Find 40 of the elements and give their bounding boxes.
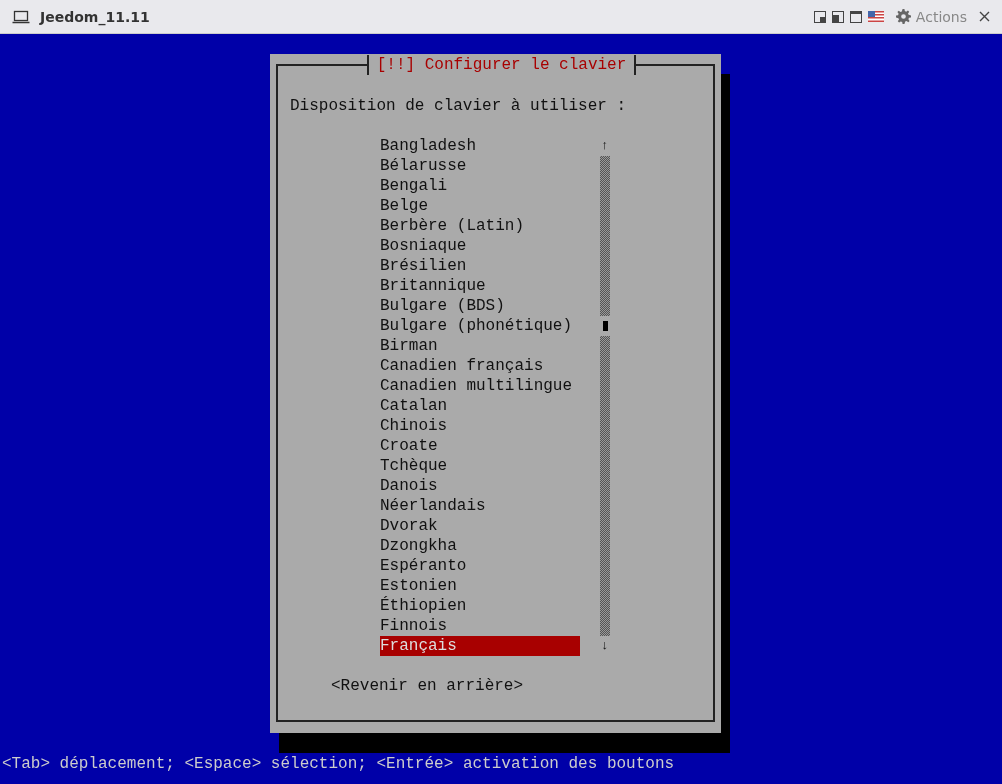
list-item[interactable]: Canadien multilingue (380, 376, 580, 396)
list-item[interactable]: Finnois (380, 616, 580, 636)
window-layout-icon[interactable] (831, 10, 844, 23)
window-title: Jeedom_11.11 (40, 8, 150, 25)
list-item[interactable]: Dvorak (380, 516, 580, 536)
maximize-icon[interactable] (849, 10, 862, 23)
list-item[interactable]: Croate (380, 436, 580, 456)
list-item[interactable]: Brésilien (380, 256, 580, 276)
flag-icon[interactable] (867, 11, 884, 22)
list-item[interactable]: Français (380, 636, 580, 656)
list-item[interactable]: Bulgare (BDS) (380, 296, 580, 316)
scrollbar-thumb[interactable] (602, 321, 608, 331)
list-item[interactable]: Éthiopien (380, 596, 580, 616)
list-item[interactable]: Bangladesh (380, 136, 580, 156)
list-item[interactable]: Chinois (380, 416, 580, 436)
list-item[interactable]: Espéranto (380, 556, 580, 576)
list-item[interactable]: Bengali (380, 176, 580, 196)
list-item[interactable]: Bosniaque (380, 236, 580, 256)
list-item[interactable]: Estonien (380, 576, 580, 596)
list-item[interactable]: Danois (380, 476, 580, 496)
dialog-title: [!!] Configurer le clavier (366, 55, 637, 75)
list-item[interactable]: Néerlandais (380, 496, 580, 516)
list-item[interactable]: Britannique (380, 276, 580, 296)
prompt-text: Disposition de clavier à utiliser : (290, 96, 628, 116)
list-item[interactable]: Birman (380, 336, 580, 356)
scroll-down-arrow[interactable]: ↓ (601, 636, 609, 656)
list-item[interactable]: Bélarusse (380, 156, 580, 176)
list-item[interactable]: Bulgare (phonétique) (380, 316, 580, 336)
list-item[interactable]: Canadien français (380, 356, 580, 376)
list-item[interactable]: Belge (380, 196, 580, 216)
list-item[interactable]: Berbère (Latin) (380, 216, 580, 236)
window-layout-icon[interactable] (813, 10, 826, 23)
scroll-up-arrow[interactable]: ↑ (601, 136, 609, 156)
close-icon[interactable] (979, 11, 990, 22)
list-item[interactable]: Dzongkha (380, 536, 580, 556)
list-item[interactable]: Catalan (380, 396, 580, 416)
settings-icon (895, 9, 911, 24)
list-item[interactable]: Tchèque (380, 456, 580, 476)
laptop-icon (12, 9, 30, 24)
back-button[interactable]: <Revenir en arrière> (331, 676, 524, 696)
